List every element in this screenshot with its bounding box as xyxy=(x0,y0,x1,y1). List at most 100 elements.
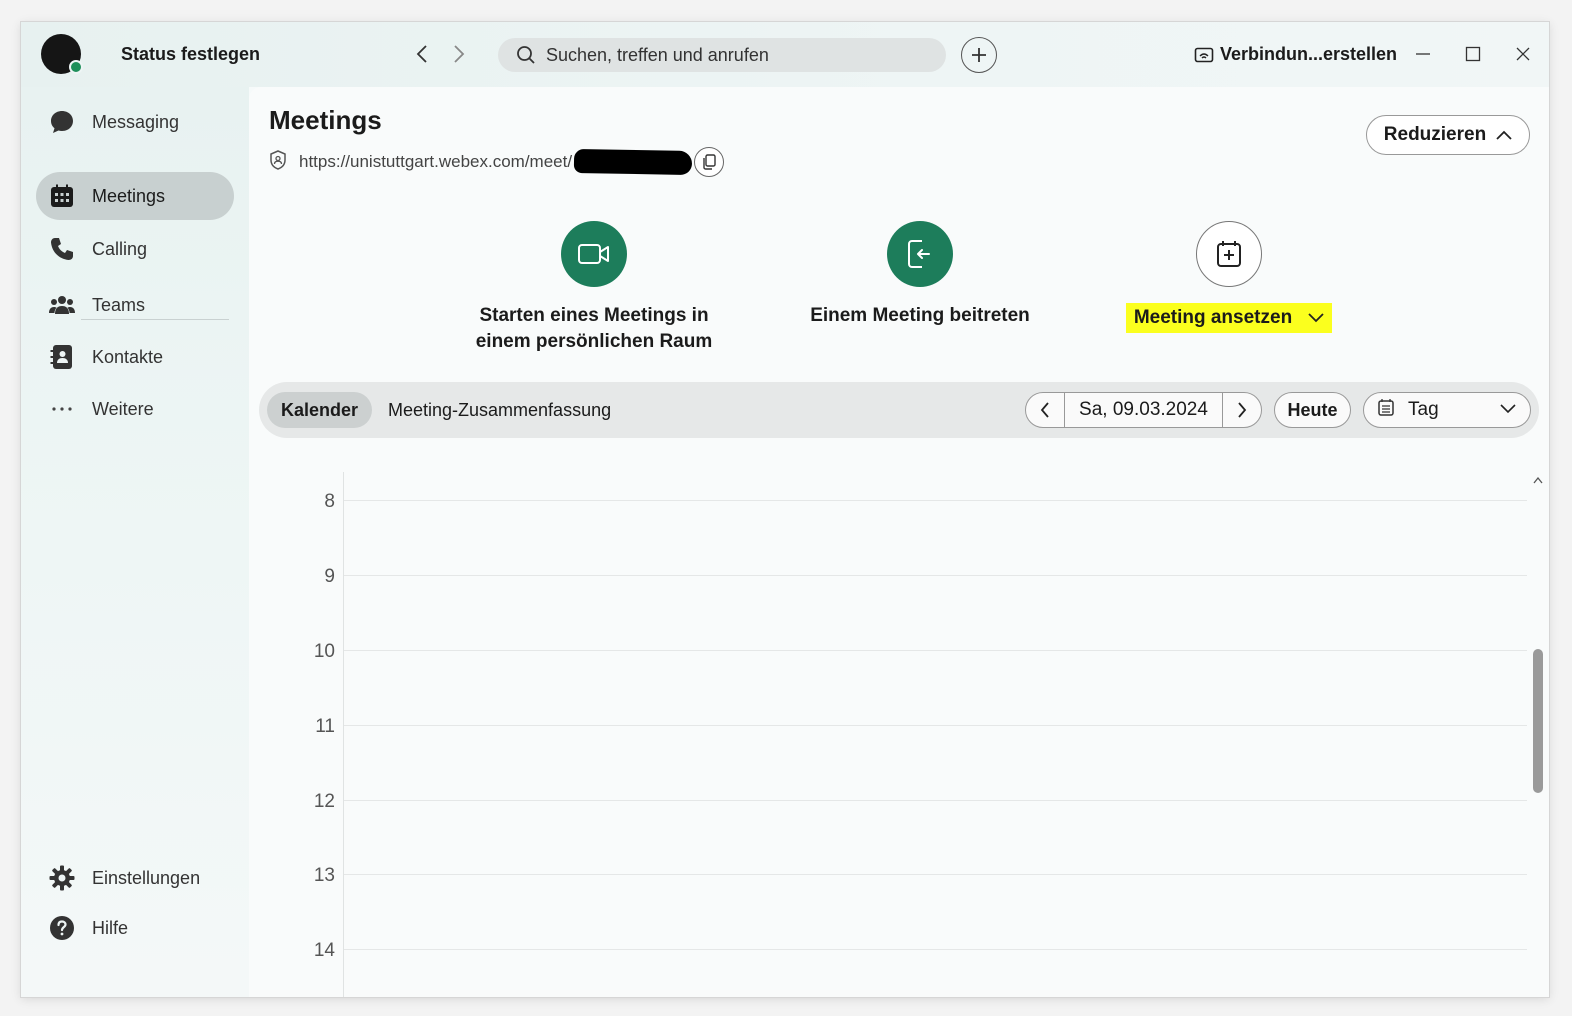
phone-icon xyxy=(48,235,76,263)
hour-label: 13 xyxy=(313,865,335,886)
calendar-scrollbar[interactable] xyxy=(1529,472,1547,997)
hour-label: 10 xyxy=(313,641,335,662)
view-select-value: Tag xyxy=(1408,399,1439,420)
search-icon xyxy=(517,46,535,64)
hour-gridline xyxy=(344,874,1527,875)
hour-gridline xyxy=(344,949,1527,950)
minimize-icon xyxy=(1416,53,1430,55)
start-meeting-button[interactable] xyxy=(561,221,627,287)
new-action-button[interactable] xyxy=(961,37,997,73)
hour-gridline xyxy=(344,800,1527,801)
sidebar-item-einstellungen[interactable]: Einstellungen xyxy=(36,854,234,902)
sidebar-item-messaging[interactable]: Messaging xyxy=(36,98,234,146)
minimize-button[interactable] xyxy=(1409,40,1437,68)
chevron-left-icon xyxy=(1040,402,1049,418)
sidebar-item-label: Weitere xyxy=(92,398,154,419)
people-icon xyxy=(48,291,76,319)
device-connect-icon xyxy=(1194,47,1214,62)
webex-window: Status festlegen Suchen, treffen und anr… xyxy=(21,22,1549,997)
sidebar: Messaging Meetings Calling Teams Kontakt… xyxy=(21,87,249,997)
title-bar: Status festlegen Suchen, treffen und anr… xyxy=(21,22,1549,87)
reduce-label: Reduzieren xyxy=(1383,124,1487,145)
plus-icon xyxy=(972,48,986,62)
today-button[interactable]: Heute xyxy=(1274,392,1351,428)
maximize-icon xyxy=(1465,46,1481,62)
chevron-down-icon xyxy=(1308,313,1324,323)
sidebar-item-label: Calling xyxy=(92,238,148,259)
schedule-meeting-dropdown[interactable]: Meeting ansetzen xyxy=(1125,303,1333,333)
connect-label: Verbindun...erstellen xyxy=(1220,44,1398,64)
scroll-up-icon[interactable] xyxy=(1532,474,1544,486)
sidebar-item-label: Einstellungen xyxy=(92,867,201,888)
sidebar-item-calling[interactable]: Calling xyxy=(36,225,234,273)
previous-day-button[interactable] xyxy=(1026,393,1064,427)
sidebar-item-hilfe[interactable]: Hilfe xyxy=(36,904,234,952)
contact-card-icon xyxy=(48,343,76,371)
maximize-button[interactable] xyxy=(1459,40,1487,68)
close-button[interactable] xyxy=(1509,40,1537,68)
schedule-meeting-action[interactable]: Meeting ansetzen xyxy=(1097,221,1361,333)
join-meeting-button[interactable] xyxy=(887,221,953,287)
video-camera-icon xyxy=(578,244,609,264)
hour-gridline xyxy=(344,575,1527,576)
sidebar-item-kontakte[interactable]: Kontakte xyxy=(36,333,234,381)
current-date[interactable]: Sa, 09.03.2024 xyxy=(1064,393,1223,427)
start-meeting-line1: Starten eines Meetings in xyxy=(479,305,709,326)
start-meeting-line2: einem persönlichen Raum xyxy=(475,331,713,352)
meetings-panel: Meetings https://unistuttgart.webex.com/… xyxy=(249,87,1549,997)
chevron-up-icon xyxy=(1496,130,1512,140)
sidebar-item-label: Teams xyxy=(92,294,146,315)
sidebar-item-meetings[interactable]: Meetings xyxy=(36,172,234,220)
search-input[interactable]: Suchen, treffen und anrufen xyxy=(498,38,946,72)
join-door-icon xyxy=(908,240,930,268)
hour-label: 12 xyxy=(313,791,335,812)
connect-device-button[interactable]: Verbindun...erstellen xyxy=(1194,44,1397,65)
sidebar-item-label: Meetings xyxy=(92,185,166,206)
gear-icon xyxy=(48,864,76,892)
next-day-button[interactable] xyxy=(1223,393,1261,427)
help-icon xyxy=(48,914,76,942)
reduce-button[interactable]: Reduzieren xyxy=(1366,115,1530,155)
view-select[interactable]: Tag xyxy=(1363,392,1531,428)
forward-arrow-icon[interactable] xyxy=(448,42,470,66)
calendar-add-icon xyxy=(1217,241,1241,267)
more-dots-icon xyxy=(48,395,76,423)
hour-label: 8 xyxy=(324,491,335,512)
sidebar-item-weitere[interactable]: Weitere xyxy=(36,385,234,433)
hour-gridline xyxy=(344,500,1527,501)
calendar-day-view[interactable]: 8 9 10 11 12 13 14 xyxy=(249,472,1529,997)
schedule-meeting-button[interactable] xyxy=(1196,221,1262,287)
tab-meeting-zusammenfassung[interactable]: Meeting-Zusammenfassung xyxy=(374,392,625,428)
hour-gridline xyxy=(344,725,1527,726)
scroll-down-icon[interactable] xyxy=(1532,995,1544,997)
hour-label: 11 xyxy=(315,716,335,737)
url-text[interactable]: https://unistuttgart.webex.com/meet/ xyxy=(299,152,572,172)
search-placeholder: Suchen, treffen und anrufen xyxy=(546,44,769,65)
time-column-divider xyxy=(343,472,344,997)
close-icon xyxy=(1516,47,1530,61)
sidebar-item-label: Hilfe xyxy=(92,917,129,938)
copy-url-button[interactable] xyxy=(694,147,725,177)
chevron-right-icon xyxy=(1238,402,1247,418)
calendar-toolbar: Kalender Meeting-Zusammenfassung Sa, 09.… xyxy=(259,382,1539,438)
back-arrow-icon[interactable] xyxy=(411,42,433,66)
personal-room-url: https://unistuttgart.webex.com/meet/ xyxy=(269,147,725,177)
join-meeting-action[interactable]: Einem Meeting beitreten xyxy=(785,221,1055,329)
schedule-meeting-label: Meeting ansetzen xyxy=(1133,307,1293,328)
join-meeting-label: Einem Meeting beitreten xyxy=(810,305,1030,326)
tab-kalender[interactable]: Kalender xyxy=(267,392,373,428)
sidebar-item-label: Kontakte xyxy=(92,346,164,367)
scroll-thumb[interactable] xyxy=(1533,649,1543,793)
hour-label: 9 xyxy=(324,566,335,587)
calendar-grid-icon xyxy=(48,182,76,210)
status-label[interactable]: Status festlegen xyxy=(121,44,260,65)
sidebar-item-teams[interactable]: Teams xyxy=(36,281,234,329)
presence-indicator xyxy=(69,60,83,74)
hour-gridline xyxy=(344,650,1527,651)
page-title: Meetings xyxy=(269,105,382,135)
start-meeting-action[interactable]: Starten eines Meetings in einem persönli… xyxy=(464,221,724,355)
redacted-block xyxy=(573,148,693,176)
calendar-view-icon xyxy=(1378,398,1394,422)
lock-icon xyxy=(269,149,287,175)
hour-label: 14 xyxy=(313,940,335,961)
